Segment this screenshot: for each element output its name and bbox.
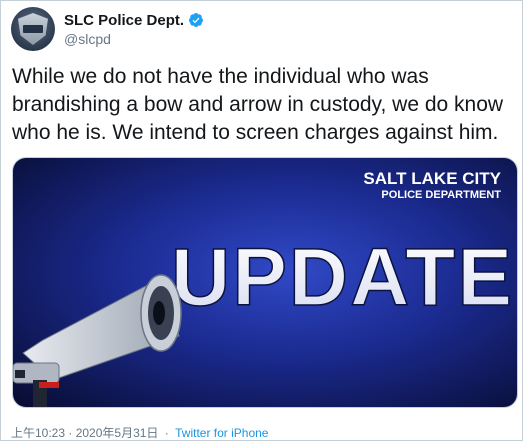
source-link[interactable]: Twitter for iPhone: [175, 426, 268, 440]
tweet-card: SLC Police Dept. @slcpd While we do not …: [0, 0, 523, 441]
tweet-meta: 上午10:23 · 2020年5月31日 · Twitter for iPhon…: [11, 425, 268, 441]
handle[interactable]: @slcpd: [64, 30, 204, 48]
avatar[interactable]: [11, 7, 55, 51]
police-badge-icon: [18, 13, 48, 45]
timestamp[interactable]: 上午10:23 · 2020年5月31日: [11, 426, 158, 440]
verified-badge-icon: [189, 13, 204, 27]
update-graphic: SALT LAKE CITY POLICE DEPARTMENT UPDATE: [13, 158, 517, 407]
display-name[interactable]: SLC Police Dept.: [64, 11, 184, 30]
tweet-header: SLC Police Dept. @slcpd: [11, 7, 204, 51]
author-info: SLC Police Dept. @slcpd: [64, 11, 204, 48]
brand-line-2: POLICE DEPARTMENT: [381, 189, 501, 201]
meta-separator: ·: [164, 426, 169, 440]
update-headline: UPDATE: [171, 232, 514, 323]
tweet-text: While we do not have the individual who …: [12, 65, 504, 144]
display-name-row[interactable]: SLC Police Dept.: [64, 11, 204, 30]
brand-line-1: SALT LAKE CITY: [363, 169, 501, 188]
tweet-media-image[interactable]: SALT LAKE CITY POLICE DEPARTMENT UPDATE: [12, 157, 518, 408]
